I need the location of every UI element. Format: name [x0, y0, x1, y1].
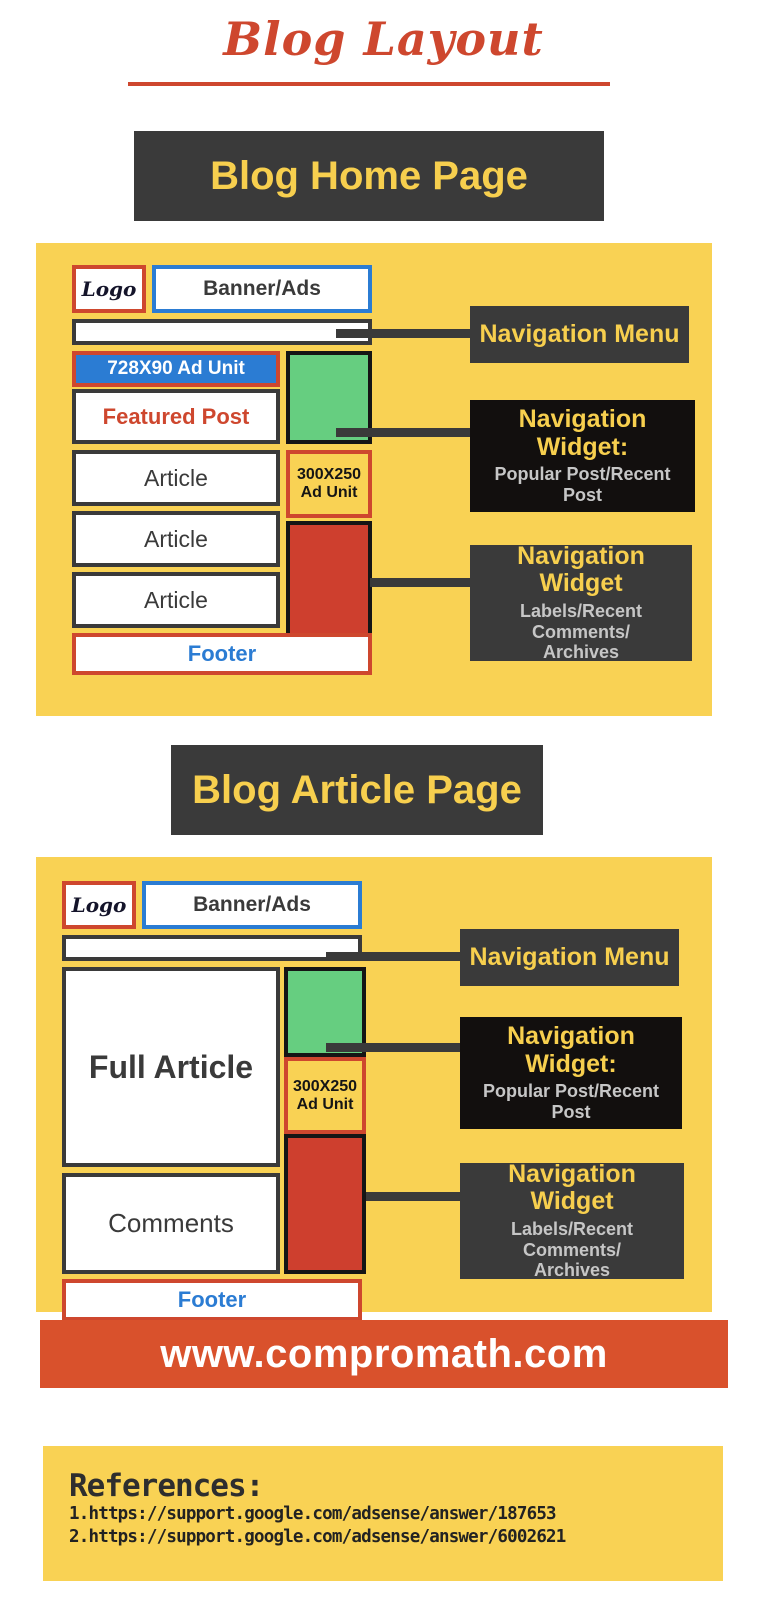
article-label: Article [144, 464, 208, 491]
logo-box: Logo [62, 881, 136, 929]
website-url-bar: www.compromath.com [40, 1320, 728, 1388]
footer-label: Footer [187, 641, 257, 666]
banner-ads-label: Banner/Ads [193, 893, 311, 916]
callout-title: Navigation Widget [508, 1159, 636, 1216]
comments-label: Comments [108, 1208, 234, 1238]
connector-nav-widget-labels [370, 578, 472, 587]
callout-subtitle: Popular Post/Recent Post [494, 464, 671, 505]
connector-nav-menu [336, 329, 472, 338]
reference-item[interactable]: 2.https://support.google.com/adsense/ans… [69, 1526, 723, 1549]
full-article-label: Full Article [88, 1048, 254, 1085]
logo-box: Logo [72, 265, 146, 313]
callout-title: Navigation Widget: [507, 1022, 635, 1078]
callout-title: Navigation Widget: [518, 405, 647, 461]
ad-unit-728x90-label: 728X90 Ad Unit [107, 358, 245, 379]
callout-navigation-widget-labels: Navigation Widget Labels/Recent Comments… [460, 1159, 684, 1281]
callout-subtitle: Popular Post/Recent Post [482, 1081, 660, 1122]
section-header-blog-article-page: Blog Article Page [171, 745, 543, 835]
references-panel: References: 1.https://support.google.com… [43, 1446, 723, 1581]
section-header-label: Blog Article Page [192, 767, 522, 812]
footer-box: Footer [62, 1279, 362, 1321]
footer-box: Footer [72, 633, 372, 675]
page-title: Blog Layout [223, 12, 544, 66]
ad-unit-300x250-size: 300X250 [296, 466, 362, 483]
logo-label: Logo [81, 277, 137, 301]
connector-nav-menu [326, 952, 462, 961]
logo-label: Logo [71, 893, 127, 917]
section-header-label: Blog Home Page [210, 153, 528, 198]
website-url-label: www.compromath.com [160, 1331, 608, 1376]
article-label: Article [144, 525, 208, 552]
reference-item[interactable]: 1.https://support.google.com/adsense/ans… [69, 1503, 723, 1526]
ad-unit-300x250-label: Ad Unit [296, 1095, 354, 1113]
banner-ads-box: Banner/Ads [152, 265, 372, 313]
sidebar-widget-red [284, 1134, 366, 1274]
banner-ads-box: Banner/Ads [142, 881, 362, 929]
infographic-page: Blog Layout Blog Home Page Logo Banner/A… [0, 0, 767, 1600]
connector-nav-widget-labels [366, 1192, 462, 1201]
callout-navigation-widget-popular: Navigation Widget: Popular Post/Recent P… [470, 400, 695, 512]
article-box-1: Article [72, 450, 280, 506]
featured-post-box: Featured Post [72, 389, 280, 444]
featured-post-label: Featured Post [102, 403, 250, 429]
article-box-3: Article [72, 572, 280, 628]
callout-subtitle: Labels/Recent Comments/ Archives [519, 600, 643, 663]
connector-nav-widget-popular [336, 428, 472, 437]
banner-ads-label: Banner/Ads [203, 277, 321, 300]
section-header-blog-home-page: Blog Home Page [134, 131, 604, 221]
comments-box: Comments [62, 1173, 280, 1274]
callout-navigation-widget-popular: Navigation Widget: Popular Post/Recent P… [460, 1017, 682, 1129]
navigation-menu-bar [72, 319, 372, 345]
ad-unit-300x250: 300X250 Ad Unit [286, 450, 372, 518]
ad-unit-728x90: 728X90 Ad Unit [72, 351, 280, 387]
ad-unit-300x250: 300X250 Ad Unit [284, 1057, 366, 1134]
callout-navigation-menu: Navigation Menu [460, 929, 679, 986]
article-label: Article [144, 586, 208, 613]
navigation-menu-bar [62, 935, 362, 961]
callout-subtitle: Labels/Recent Comments/ Archives [510, 1218, 634, 1281]
references-heading: References: [69, 1468, 264, 1504]
callout-title: Navigation Widget [517, 541, 645, 598]
title-divider [128, 82, 610, 86]
ad-unit-300x250-size: 300X250 [292, 1077, 358, 1095]
callout-navigation-menu: Navigation Menu [470, 306, 689, 363]
footer-label: Footer [177, 1287, 247, 1312]
connector-nav-widget-popular [326, 1043, 462, 1052]
ad-unit-300x250-label: Ad Unit [300, 484, 358, 501]
article-box-2: Article [72, 511, 280, 567]
callout-title: Navigation Menu [469, 942, 670, 971]
callout-title: Navigation Menu [479, 319, 680, 348]
callout-navigation-widget-labels: Navigation Widget Labels/Recent Comments… [470, 541, 692, 663]
full-article-box: Full Article [62, 967, 280, 1167]
sidebar-widget-red [286, 521, 372, 648]
